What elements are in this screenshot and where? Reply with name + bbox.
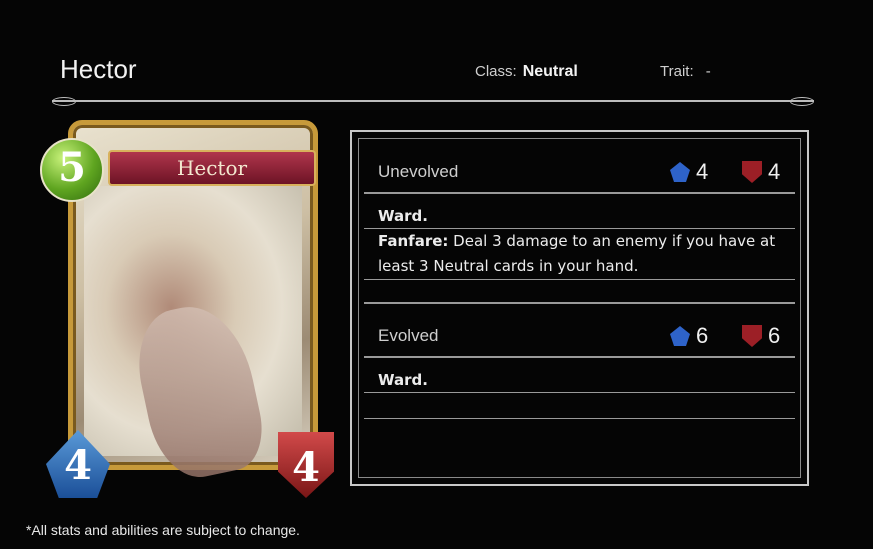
defense-icon: 4	[278, 432, 334, 498]
unevolved-defense-value: 4	[768, 159, 781, 184]
card-image: Hector 5 4 4	[40, 120, 334, 498]
text-rule	[364, 418, 795, 419]
trait-info: Trait: -	[660, 63, 711, 80]
text-rule	[364, 279, 795, 280]
unevolved-attack-value: 4	[696, 159, 709, 184]
evolved-attack: 6	[670, 323, 708, 349]
evolved-ward: Ward.	[378, 368, 791, 393]
section-divider	[364, 302, 795, 304]
unevolved-label: Unevolved	[378, 162, 459, 181]
details-panel-inner	[358, 138, 801, 478]
unevolved-defense: 4	[742, 159, 780, 185]
card-name: Hector	[176, 156, 248, 180]
unevolved-fanfare: Fanfare: Deal 3 damage to an enemy if yo…	[378, 229, 791, 279]
unevolved-divider	[364, 192, 795, 194]
card-title: Hector	[60, 54, 137, 84]
cost-gem: 5	[40, 138, 104, 202]
header-divider	[52, 97, 814, 106]
defense-gem-icon	[742, 325, 762, 347]
defense-gem-icon	[742, 161, 762, 183]
evolved-attack-value: 6	[696, 323, 709, 348]
ward-keyword: Ward.	[378, 207, 428, 225]
defense-value: 4	[292, 444, 320, 491]
attack-gem-icon	[670, 162, 690, 182]
card-name-banner: Hector	[108, 150, 316, 186]
trait-label: Trait:	[660, 63, 694, 80]
text-rule	[364, 392, 795, 393]
evolved-label: Evolved	[378, 326, 439, 345]
disclaimer: *All stats and abilities are subject to …	[26, 522, 300, 538]
cost-value: 5	[58, 144, 86, 191]
class-label: Class:	[475, 63, 517, 80]
evolved-defense: 6	[742, 323, 780, 349]
fanfare-keyword: Fanfare:	[378, 232, 449, 250]
unevolved-attack: 4	[670, 159, 708, 185]
class-value: Neutral	[522, 63, 578, 80]
unevolved-ward: Ward.	[378, 204, 791, 229]
details-panel: Unevolved 4 4 Ward. Fanfare: Deal 3 dama…	[350, 130, 809, 486]
ward-keyword: Ward.	[378, 371, 428, 389]
class-info: Class: Neutral	[475, 63, 578, 81]
attack-gem-icon	[670, 326, 690, 346]
evolved-divider	[364, 356, 795, 358]
trait-value: -	[705, 63, 711, 80]
card-art	[84, 186, 302, 486]
evolved-defense-value: 6	[768, 323, 781, 348]
